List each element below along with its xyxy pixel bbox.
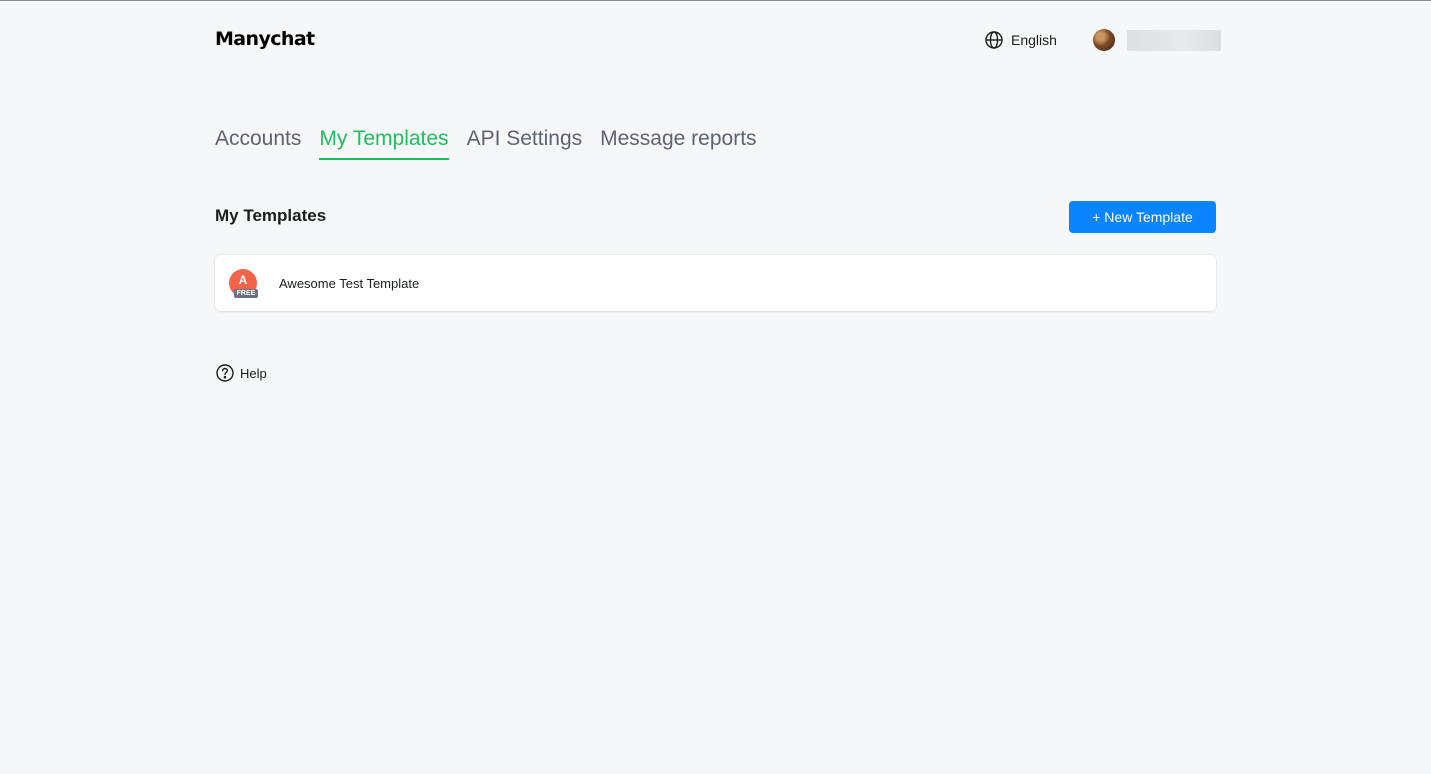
username-redacted[interactable] (1127, 30, 1221, 51)
header: Manychat English (215, 26, 1221, 54)
page-container: Manychat English Accounts My Templates A… (215, 0, 1221, 774)
globe-icon (985, 31, 1003, 49)
help-link[interactable]: Help (215, 363, 267, 383)
tab-accounts[interactable]: Accounts (215, 126, 301, 160)
tab-api-settings[interactable]: API Settings (467, 126, 583, 160)
template-row[interactable]: A FREE Awesome Test Template (215, 255, 1216, 311)
tab-my-templates[interactable]: My Templates (319, 126, 449, 160)
question-circle-icon (216, 364, 234, 382)
help-label: Help (240, 365, 267, 381)
manychat-logo[interactable]: Manychat (215, 28, 315, 50)
language-label: English (1011, 32, 1057, 48)
language-selector[interactable]: English (984, 29, 1057, 51)
page-title: My Templates (215, 206, 327, 225)
new-template-button[interactable]: + New Template (1069, 201, 1216, 233)
template-name: Awesome Test Template (279, 276, 420, 291)
free-badge: FREE (234, 289, 258, 298)
tab-message-reports[interactable]: Message reports (600, 126, 756, 160)
main-tabs: Accounts My Templates API Settings Messa… (215, 126, 775, 160)
user-avatar[interactable] (1093, 29, 1115, 51)
